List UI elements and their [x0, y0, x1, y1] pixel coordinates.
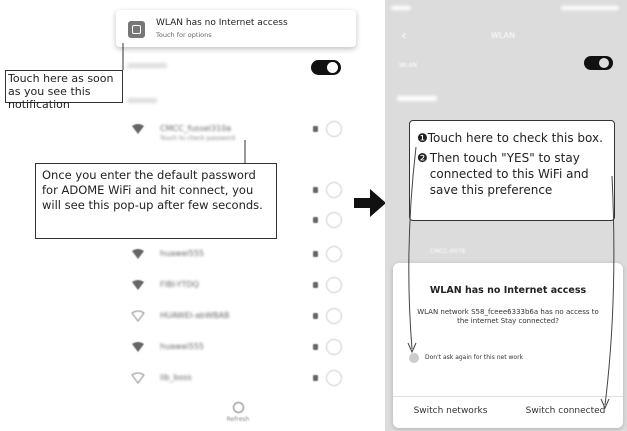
instruction-arrows — [407, 146, 615, 410]
